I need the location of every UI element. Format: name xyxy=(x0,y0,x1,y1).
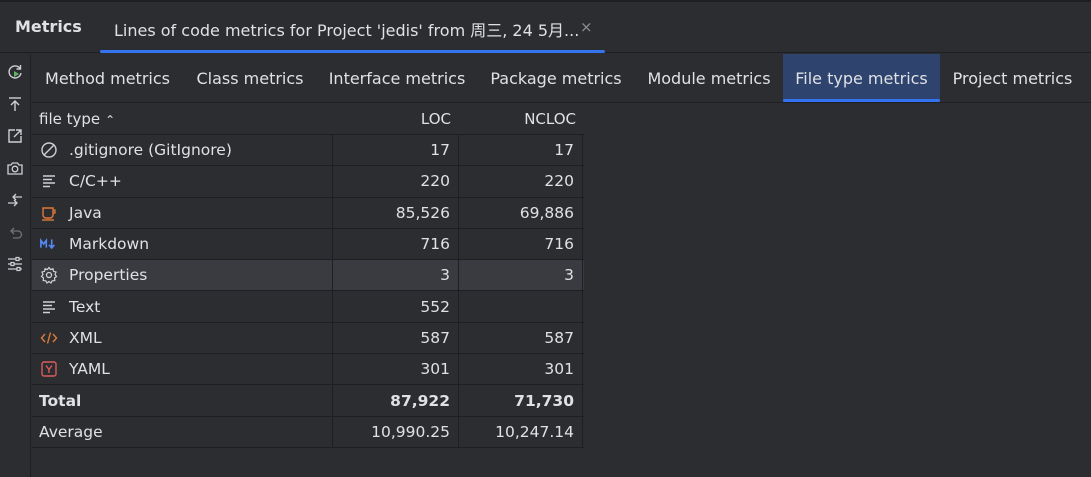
undo-icon[interactable] xyxy=(4,221,26,243)
total-ncloc: 71,730 xyxy=(460,385,583,416)
active-tab-underline xyxy=(783,99,940,102)
loc-cell: 85,526 xyxy=(334,197,459,228)
gear-icon xyxy=(39,265,59,285)
table-row[interactable]: .gitignore (GitIgnore) 17 17 xyxy=(32,135,584,167)
average-label: Average xyxy=(32,416,333,447)
column-header-ncloc[interactable]: NCLOC xyxy=(524,110,576,128)
left-toolbar xyxy=(0,54,31,477)
tab-label: Class metrics xyxy=(196,68,304,88)
content-tab[interactable]: Lines of code metrics for Project 'jedis… xyxy=(100,2,605,53)
tab-label: Package metrics xyxy=(490,68,622,88)
gitignore-icon xyxy=(39,140,59,160)
table-header: file type ⌃ LOC NCLOC xyxy=(32,104,584,134)
panel-title: Metrics xyxy=(15,17,82,36)
refresh-icon[interactable] xyxy=(4,61,26,83)
file-type-name: Java xyxy=(69,203,102,222)
average-ncloc: 10,247.14 xyxy=(460,416,583,447)
markdown-icon xyxy=(39,234,59,254)
tab-label: Module metrics xyxy=(647,68,771,88)
ncloc-cell: 220 xyxy=(460,166,583,197)
table-row[interactable]: YAML 301 301 xyxy=(32,354,584,386)
loc-cell: 17 xyxy=(334,135,459,166)
file-type-name: YAML xyxy=(69,360,110,379)
ncloc-cell: 17 xyxy=(460,135,583,166)
xml-icon xyxy=(39,328,59,348)
tab-label: Method metrics xyxy=(45,68,170,88)
file-type-cell: Text xyxy=(32,291,333,322)
sort-ascending-icon: ⌃ xyxy=(105,113,116,127)
compare-arrows-icon[interactable] xyxy=(4,189,26,211)
file-type-cell: YAML xyxy=(32,354,333,385)
settings-sliders-icon[interactable] xyxy=(4,253,26,275)
total-label: Total xyxy=(32,385,333,416)
content-tab-label: Lines of code metrics for Project 'jedis… xyxy=(114,21,580,40)
tab-package-metrics[interactable]: Package metrics xyxy=(477,54,635,102)
close-icon[interactable]: × xyxy=(580,18,593,36)
file-type-name: C/C++ xyxy=(69,172,122,191)
ncloc-cell: 3 xyxy=(460,260,583,291)
loc-cell: 552 xyxy=(334,291,459,322)
content-tab-underline xyxy=(100,50,605,53)
average-row: Average 10,990.25 10,247.14 xyxy=(32,416,584,448)
text-lines-icon xyxy=(39,171,59,191)
file-type-cell: .gitignore (GitIgnore) xyxy=(32,135,333,166)
file-type-cell: Java xyxy=(32,197,333,228)
average-loc: 10,990.25 xyxy=(334,416,459,447)
tab-label: File type metrics xyxy=(795,68,928,88)
tab-module-metrics[interactable]: Module metrics xyxy=(635,54,783,102)
file-type-cell: Markdown xyxy=(32,228,333,260)
file-type-cell: C/C++ xyxy=(32,166,333,197)
ncloc-cell: 301 xyxy=(460,354,583,385)
loc-cell: 301 xyxy=(334,354,459,385)
java-cup-icon xyxy=(39,203,59,223)
file-type-name: .gitignore (GitIgnore) xyxy=(69,141,232,160)
file-type-name: XML xyxy=(69,328,102,347)
file-type-name: Text xyxy=(69,297,101,316)
file-type-name: Properties xyxy=(69,266,148,285)
metrics-tabs: Method metrics Class metrics Interface m… xyxy=(32,54,1091,103)
ncloc-cell: 69,886 xyxy=(460,197,583,228)
yaml-icon xyxy=(39,359,59,379)
tab-method-metrics[interactable]: Method metrics xyxy=(32,54,183,102)
column-label: file type xyxy=(39,110,101,128)
loc-cell: 716 xyxy=(334,228,459,260)
tool-window-header: Metrics Lines of code metrics for Projec… xyxy=(0,2,1091,53)
snapshot-camera-icon[interactable] xyxy=(4,157,26,179)
export-icon[interactable] xyxy=(4,93,26,115)
tab-interface-metrics[interactable]: Interface metrics xyxy=(317,54,477,102)
table-row[interactable]: C/C++ 220 220 xyxy=(32,166,584,198)
loc-cell: 3 xyxy=(334,260,459,291)
file-type-name: Markdown xyxy=(69,235,150,254)
ncloc-cell xyxy=(460,291,583,322)
metrics-tool-window: Metrics Lines of code metrics for Projec… xyxy=(0,0,1091,477)
tab-label: Project metrics xyxy=(952,68,1073,88)
column-header-loc[interactable]: LOC xyxy=(421,110,451,128)
table-row[interactable]: Text 552 xyxy=(32,291,584,323)
file-type-metrics-table: file type ⌃ LOC NCLOC .gitignore (GitIgno… xyxy=(32,104,584,448)
loc-cell: 587 xyxy=(334,322,459,354)
tab-file-type-metrics[interactable]: File type metrics xyxy=(783,54,940,102)
column-header-file-type[interactable]: file type ⌃ xyxy=(39,110,115,128)
open-external-icon[interactable] xyxy=(4,125,26,147)
loc-cell: 220 xyxy=(334,166,459,197)
ncloc-cell: 716 xyxy=(460,228,583,260)
table-row[interactable]: Java 85,526 69,886 xyxy=(32,197,584,229)
text-lines-icon xyxy=(39,297,59,317)
table-row-selected[interactable]: Properties 3 3 xyxy=(32,260,584,292)
table-row[interactable]: Markdown 716 716 xyxy=(32,228,584,261)
ncloc-cell: 587 xyxy=(460,322,583,354)
file-type-cell: XML xyxy=(32,322,333,354)
total-loc: 87,922 xyxy=(334,385,459,416)
tab-label: Interface metrics xyxy=(328,68,466,88)
table-row[interactable]: XML 587 587 xyxy=(32,322,584,355)
file-type-cell: Properties xyxy=(32,260,333,291)
tab-class-metrics[interactable]: Class metrics xyxy=(183,54,317,102)
total-row: Total 87,922 71,730 xyxy=(32,385,584,417)
tab-project-metrics[interactable]: Project metrics xyxy=(940,54,1085,102)
